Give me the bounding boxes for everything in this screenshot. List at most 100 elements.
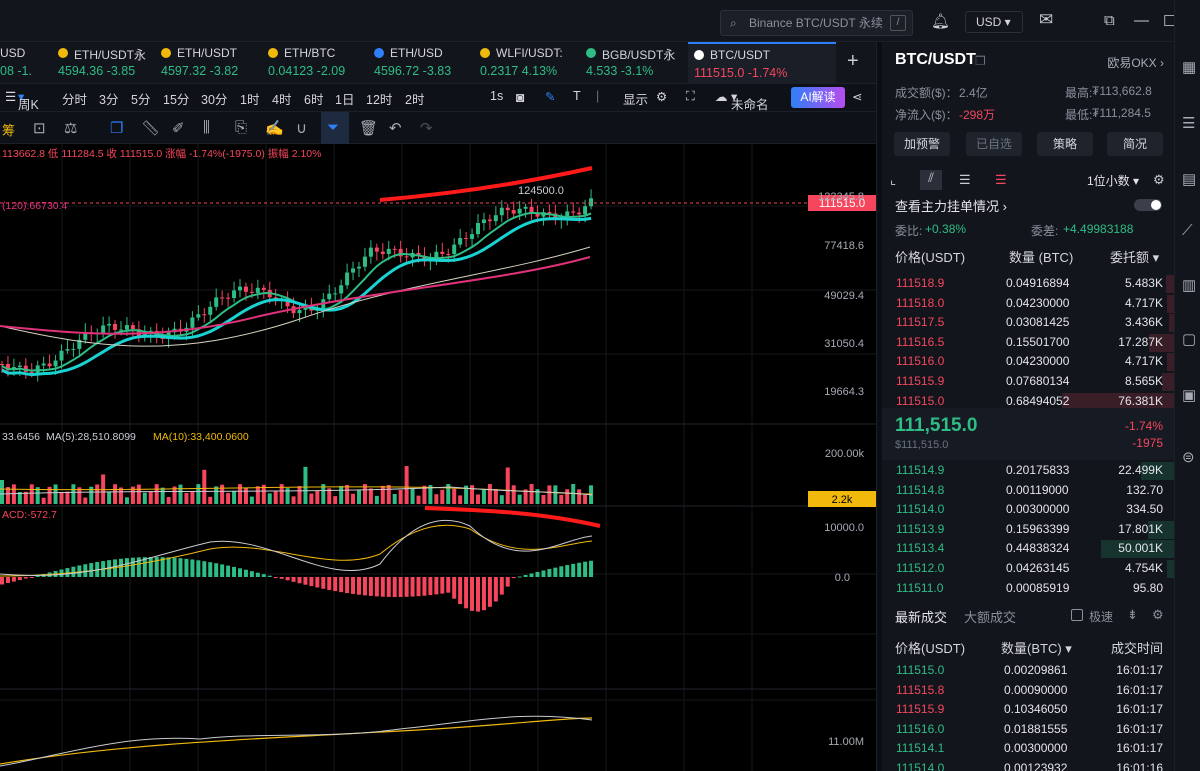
- pen-icon[interactable]: ✎: [545, 89, 555, 104]
- mail-icon[interactable]: ✉: [1039, 10, 1053, 30]
- search-input[interactable]: ⌕ Binance BTC/USDT 永续 /: [720, 10, 913, 36]
- orderbook-row[interactable]: 111518.0 0.04230000 4.717K: [882, 294, 1174, 314]
- brush-icon[interactable]: ✐: [172, 119, 185, 137]
- refresh-interval[interactable]: 1s: [490, 89, 503, 103]
- camera-icon[interactable]: ◙: [516, 89, 524, 105]
- period-6[interactable]: 4时: [272, 89, 291, 108]
- main-orders-toggle[interactable]: [1134, 199, 1162, 211]
- add-tab-icon[interactable]: +: [847, 50, 859, 73]
- filter-icon[interactable]: ⏷: [327, 119, 339, 136]
- orderbook-row[interactable]: 111518.9 0.04916894 5.483K: [882, 274, 1174, 294]
- tab-0[interactable]: USD 08 -1.: [0, 42, 50, 84]
- orderbook-asks-icon[interactable]: ☰: [995, 172, 1007, 188]
- tab-4[interactable]: ETH/USD 4596.72 -3.83: [368, 42, 471, 84]
- orderbook-row[interactable]: 111511.0 0.00085919 95.80: [882, 579, 1174, 599]
- period-3[interactable]: 15分: [163, 89, 189, 108]
- row-price: 111518.0: [896, 295, 945, 310]
- wallet-icon[interactable]: ▣: [1182, 386, 1196, 404]
- period-7[interactable]: 6时: [304, 89, 323, 108]
- fast-checkbox[interactable]: [1071, 609, 1083, 621]
- macd-bar: [422, 577, 427, 596]
- orderbook-bids-icon[interactable]: ☰: [959, 172, 971, 188]
- orderbook-row[interactable]: 111514.8 0.00119000 132.70: [882, 481, 1174, 501]
- currency-select[interactable]: USD ▾: [965, 11, 1023, 33]
- bell-icon[interactable]: 🔔︎: [931, 12, 950, 30]
- tab-6[interactable]: BGB/USDT永 4.533 -3.1%: [580, 42, 685, 84]
- tab-latest-trades[interactable]: 最新成交: [895, 607, 947, 626]
- period-9[interactable]: 12时: [366, 89, 392, 108]
- chart-canvas[interactable]: 111515.0124500.0113662.8 低 111284.5 收 11…: [0, 144, 878, 771]
- period-5[interactable]: 1时: [240, 89, 259, 108]
- tab-large-trades[interactable]: 大额成交: [964, 607, 1016, 626]
- tab-2[interactable]: ETH/USDT 4597.32 -3.82: [155, 42, 258, 84]
- news-icon[interactable]: ▥: [1182, 276, 1196, 294]
- filter-icon[interactable]: ⇟: [1127, 607, 1138, 623]
- period-10[interactable]: 2时: [405, 89, 424, 108]
- toolbar-left-icon[interactable]: ☰: [5, 89, 16, 104]
- ruler-icon[interactable]: 📏︎: [141, 119, 160, 137]
- clipboard-icon[interactable]: ⎘: [235, 119, 247, 136]
- strategy-button[interactable]: 策略: [1037, 132, 1093, 156]
- exchange-select[interactable]: 欧易OKX ›: [1107, 54, 1164, 71]
- period-1[interactable]: 3分: [99, 89, 118, 108]
- depth-icon[interactable]: ▤: [1182, 170, 1196, 188]
- indicator-icon[interactable]: ⊡: [33, 119, 46, 137]
- tab-1[interactable]: ETH/USDT永 4594.36 -3.85: [52, 42, 152, 84]
- decimals-select[interactable]: 1位小数 ▾: [1087, 172, 1139, 189]
- trash-icon[interactable]: 🗑︎: [359, 119, 378, 137]
- main-orders-link[interactable]: 查看主力挂单情况 ›: [895, 196, 1007, 215]
- watchlist-button[interactable]: 已自选: [966, 132, 1022, 156]
- chat-icon[interactable]: ▢: [1182, 330, 1196, 348]
- chip-label[interactable]: 筹: [2, 120, 15, 139]
- period-2[interactable]: 5分: [131, 89, 150, 108]
- link-icon[interactable]: ⊜: [1182, 448, 1195, 466]
- period-0[interactable]: 分时: [62, 89, 87, 108]
- orderbook-row[interactable]: 111513.4 0.44838324 50.001K: [882, 539, 1174, 559]
- orderbook-both-icon[interactable]: ⌞: [890, 172, 896, 188]
- tab-3[interactable]: ETH/BTC 0.04123 -2.09: [262, 42, 365, 84]
- trend-icon[interactable]: ⟋: [1182, 222, 1193, 239]
- period-4[interactable]: 30分: [201, 89, 227, 108]
- overview-button[interactable]: 简况: [1107, 132, 1163, 156]
- macd-bar: [440, 577, 445, 594]
- orderbook-row[interactable]: 111516.0 0.04230000 4.717K: [882, 352, 1174, 372]
- copy-icon[interactable]: ❐: [110, 119, 123, 137]
- orderbook-row[interactable]: 111512.0 0.04263145 4.754K: [882, 559, 1174, 579]
- settings-icon[interactable]: ⚙: [1152, 607, 1164, 623]
- magnet-icon[interactable]: ∪: [296, 119, 307, 137]
- period-8[interactable]: 1日: [335, 89, 354, 108]
- window-icon[interactable]: ⧉: [1104, 12, 1115, 29]
- share-icon[interactable]: ⋖: [852, 89, 862, 104]
- ai-interpret-button[interactable]: AI解读: [791, 87, 845, 108]
- copy-icon[interactable]: ❐: [975, 54, 986, 68]
- candle-body: [339, 285, 344, 294]
- orderbook-row[interactable]: 111513.9 0.15963399 17.801K: [882, 520, 1174, 540]
- minimize-icon[interactable]: —: [1134, 12, 1149, 29]
- redo-icon[interactable]: ↷: [420, 119, 433, 137]
- settings-icon[interactable]: ⚙: [1153, 172, 1165, 188]
- edit-icon[interactable]: ✍: [265, 119, 284, 137]
- kline-chart[interactable]: 111515.0 124500.0 113662.8 低 111284.5 收 11…: [0, 144, 878, 771]
- orderbook-row[interactable]: 111516.5 0.15501700 17.287K: [882, 333, 1174, 353]
- orderbook-row[interactable]: 111514.9 0.20175833 22.499K: [882, 461, 1174, 481]
- orderbook-split-icon[interactable]: ⫽: [920, 170, 942, 190]
- cloud-layout-select[interactable]: ☁ 未命名 ▾: [715, 89, 769, 112]
- display-button[interactable]: 显示: [623, 89, 648, 108]
- orderbook-row[interactable]: 111515.9 0.07680134 8.565K: [882, 372, 1174, 392]
- undo-icon[interactable]: ↶: [389, 119, 402, 137]
- grid-icon[interactable]: ▦: [1182, 58, 1196, 76]
- tab-5[interactable]: WLFI/USDT: 0.2317 4.13%: [474, 42, 577, 84]
- font-icon[interactable]: T: [573, 89, 581, 103]
- settings-icon[interactable]: ⚙: [656, 89, 667, 104]
- orderbook-row[interactable]: 111514.0 0.00300000 334.50: [882, 500, 1174, 520]
- list-icon[interactable]: ☰: [1182, 114, 1195, 132]
- tab-7[interactable]: BTC/USDT 111515.0 -1.74%: [688, 42, 836, 84]
- orderbook-row[interactable]: 111517.5 0.03081425 3.436K: [882, 313, 1174, 333]
- compare-icon[interactable]: ⚖: [64, 119, 77, 137]
- trades-qty-header[interactable]: 数量(BTC) ▾: [1001, 638, 1072, 657]
- period-select[interactable]: 周K ▾: [18, 89, 39, 112]
- orderbook-total-header[interactable]: 委托额 ▾: [1110, 247, 1159, 266]
- candles-icon[interactable]: ⫼: [203, 119, 210, 136]
- fullscreen-icon[interactable]: ⛶: [686, 89, 695, 104]
- add-alert-button[interactable]: 加预警: [894, 132, 950, 156]
